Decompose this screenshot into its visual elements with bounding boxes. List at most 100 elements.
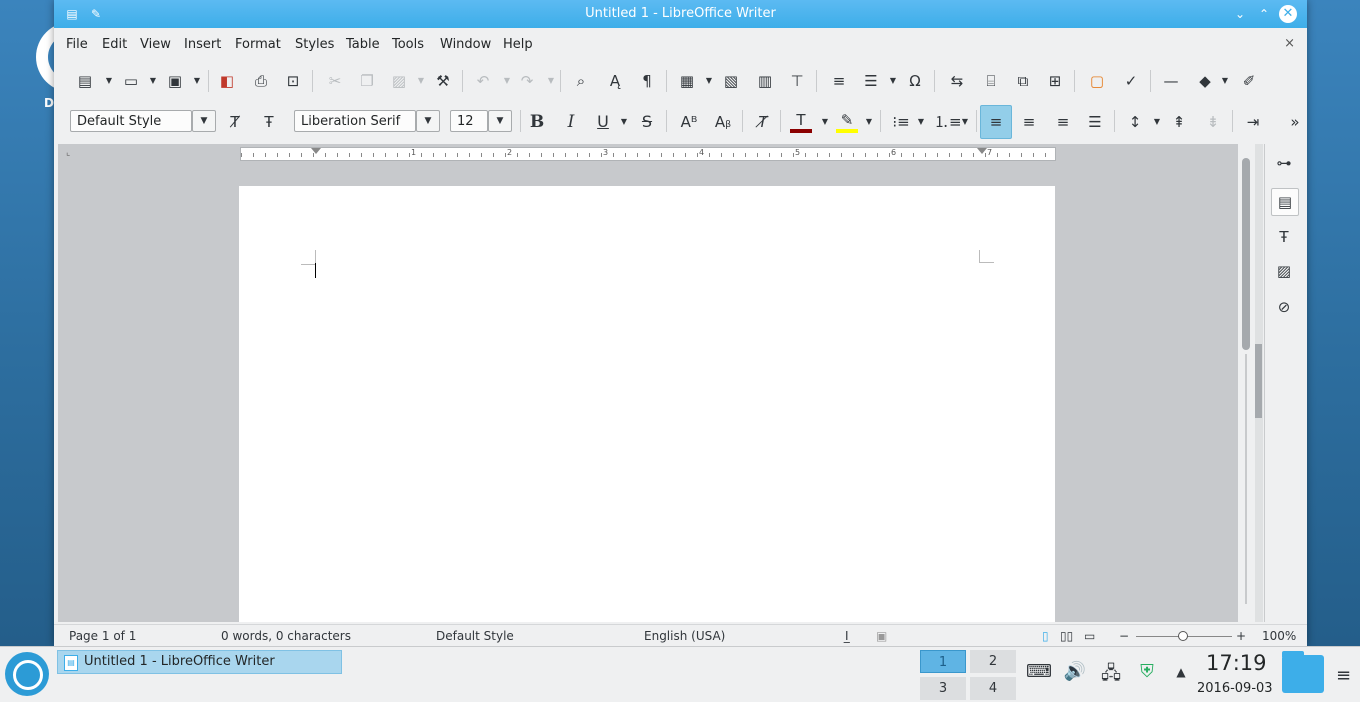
strikethrough-icon[interactable]: S	[636, 111, 658, 133]
language[interactable]: English (USA)	[644, 629, 725, 643]
decrease-paragraph-spacing-icon[interactable]: ⇟	[1202, 111, 1224, 133]
print-preview-icon[interactable]: ⊡	[282, 70, 304, 92]
sidebar-menu-icon[interactable]: ⊶	[1271, 150, 1297, 176]
highlight-dropdown-icon[interactable]: ▼	[864, 111, 874, 133]
special-character-icon[interactable]: Ω	[904, 70, 926, 92]
font-size-combo[interactable]: 12	[450, 110, 488, 132]
insert-table-icon[interactable]: ▦	[676, 70, 698, 92]
track-changes-icon[interactable]: ✓	[1120, 70, 1142, 92]
desktop-4[interactable]: 4	[970, 677, 1016, 700]
paste-dropdown-icon[interactable]: ▼	[416, 70, 426, 92]
export-pdf-icon[interactable]: ◧	[216, 70, 238, 92]
bookmark-icon[interactable]: ⊞	[1044, 70, 1066, 92]
draw-functions-icon[interactable]: ✐	[1238, 70, 1260, 92]
multi-page-view-icon[interactable]: ▯▯	[1060, 629, 1073, 643]
application-launcher-icon[interactable]	[5, 652, 49, 696]
right-indent-marker[interactable]	[977, 148, 987, 154]
zoom-in-button[interactable]: +	[1236, 629, 1246, 643]
book-view-icon[interactable]: ▭	[1084, 629, 1095, 643]
bold-icon[interactable]: B	[526, 111, 548, 133]
save-dropdown-icon[interactable]: ▼	[192, 70, 202, 92]
save-icon[interactable]: ▣	[164, 70, 186, 92]
scrollbar-thumb[interactable]	[1242, 158, 1250, 350]
ordered-list-dropdown-icon[interactable]: ▼	[960, 111, 970, 133]
tab-stop-selector[interactable]: ⌞	[66, 148, 70, 158]
align-left-icon[interactable]: ≡	[980, 105, 1012, 139]
field-dropdown-icon[interactable]: ▼	[888, 70, 898, 92]
unordered-list-dropdown-icon[interactable]: ▼	[916, 111, 926, 133]
paste-icon[interactable]: ▨	[388, 70, 410, 92]
formatting-marks-icon[interactable]: ¶	[636, 70, 658, 92]
new-document-icon[interactable]: ▤	[74, 70, 96, 92]
close-document-button[interactable]: ×	[1284, 36, 1295, 51]
insert-textbox-icon[interactable]: ⊤	[786, 70, 808, 92]
table-dropdown-icon[interactable]: ▼	[704, 70, 714, 92]
clock-date[interactable]: 2016-09-03	[1197, 681, 1273, 696]
subscript-icon[interactable]: Aᵦ	[712, 111, 734, 133]
redo-dropdown-icon[interactable]: ▼	[546, 70, 556, 92]
horizontal-ruler[interactable]: 1 2 3 4 5 6 7	[240, 147, 1056, 161]
navigator-icon[interactable]: ⊘	[1271, 294, 1297, 320]
menu-edit[interactable]: Edit	[102, 37, 127, 52]
justify-icon[interactable]: ☰	[1084, 111, 1106, 133]
document-area[interactable]: ⌞ 1 2 3 4 5 6 7	[58, 144, 1238, 622]
font-name-combo[interactable]: Liberation Serif	[294, 110, 416, 132]
menu-format[interactable]: Format	[235, 37, 281, 52]
hyperlink-icon[interactable]: ⇆	[946, 70, 968, 92]
underline-dropdown-icon[interactable]: ▼	[619, 111, 629, 133]
line-spacing-icon[interactable]: ↕	[1124, 111, 1146, 133]
font-color-dropdown-icon[interactable]: ▼	[820, 111, 830, 133]
word-count[interactable]: 0 words, 0 characters	[221, 629, 351, 643]
trash-folder-icon[interactable]	[1282, 651, 1324, 693]
left-indent-marker[interactable]	[311, 148, 321, 154]
new-dropdown-icon[interactable]: ▼	[104, 70, 114, 92]
insert-line-icon[interactable]: —	[1160, 70, 1182, 92]
task-writer[interactable]: ▤ Untitled 1 - LibreOffice Writer	[57, 650, 342, 674]
cut-icon[interactable]: ✂	[324, 70, 346, 92]
scrollbar-track[interactable]	[1245, 354, 1247, 604]
print-icon[interactable]: ⎙	[250, 70, 272, 92]
open-folder-icon[interactable]: ▭	[120, 70, 142, 92]
vertical-scrollbar[interactable]	[1238, 144, 1254, 622]
new-style-icon[interactable]: Ŧ	[258, 111, 280, 133]
align-center-icon[interactable]: ≡	[1018, 111, 1040, 133]
insert-mode-icon[interactable]: I̲	[845, 629, 849, 643]
insert-chart-icon[interactable]: ▥	[754, 70, 776, 92]
update-style-icon[interactable]: Ⱦ	[224, 111, 246, 133]
styles-icon[interactable]: Ŧ	[1271, 224, 1297, 250]
undo-dropdown-icon[interactable]: ▼	[502, 70, 512, 92]
desktop-1[interactable]: 1	[920, 650, 966, 673]
find-replace-icon[interactable]: ⌕	[570, 70, 592, 92]
shapes-dropdown-icon[interactable]: ▼	[1220, 70, 1230, 92]
font-size-dropdown-icon[interactable]: ▼	[488, 110, 512, 132]
page-style[interactable]: Default Style	[436, 629, 514, 643]
line-spacing-dropdown-icon[interactable]: ▼	[1152, 111, 1162, 133]
increase-indent-icon[interactable]: ⇥	[1242, 111, 1264, 133]
italic-icon[interactable]: I	[560, 111, 582, 133]
insert-field-icon[interactable]: ☰	[860, 70, 882, 92]
menu-view[interactable]: View	[140, 37, 171, 52]
gallery-icon[interactable]: ▨	[1271, 258, 1297, 284]
properties-icon[interactable]: ▤	[1271, 188, 1299, 216]
minimize-button[interactable]: ⌄	[1232, 6, 1248, 22]
highlight-color-icon[interactable]: ✎	[836, 111, 858, 133]
menu-window[interactable]: Window	[440, 37, 491, 52]
font-color-icon[interactable]: T	[790, 111, 812, 133]
desktop-2[interactable]: 2	[970, 650, 1016, 673]
zoom-slider-knob[interactable]	[1178, 631, 1188, 641]
page-count[interactable]: Page 1 of 1	[69, 629, 136, 643]
align-right-icon[interactable]: ≡	[1052, 111, 1074, 133]
page-break-icon[interactable]: ≡	[828, 70, 850, 92]
menu-file[interactable]: File	[66, 37, 88, 52]
menu-insert[interactable]: Insert	[184, 37, 221, 52]
single-page-view-icon[interactable]: ▯	[1042, 629, 1049, 643]
document-modified-icon[interactable]: ▣	[876, 629, 887, 643]
redo-icon[interactable]: ↷	[516, 70, 538, 92]
undo-icon[interactable]: ↶	[472, 70, 494, 92]
show-hidden-icons-icon[interactable]: ▲	[1168, 665, 1194, 679]
menu-table[interactable]: Table	[346, 37, 380, 52]
menu-tools[interactable]: Tools	[392, 37, 424, 52]
network-icon[interactable]: 🖧	[1098, 661, 1124, 691]
zoom-out-button[interactable]: −	[1119, 629, 1129, 643]
footnote-icon[interactable]: ⌸	[980, 70, 1002, 92]
